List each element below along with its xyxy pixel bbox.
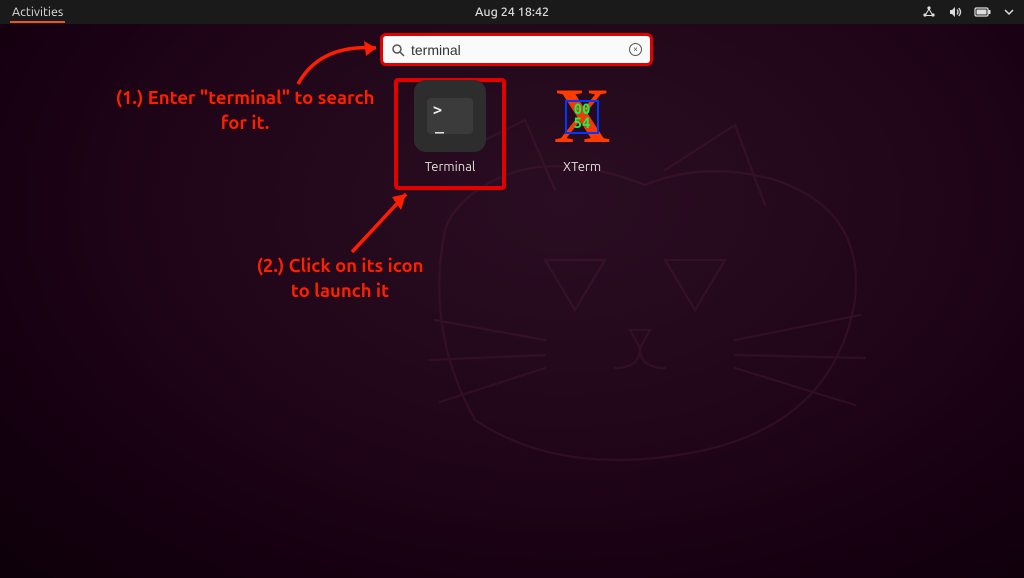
annotation-arrow-2 xyxy=(340,180,430,260)
activities-search[interactable]: × xyxy=(383,36,650,63)
annotation-step1: (1.) Enter "terminal" to search for it. xyxy=(115,86,375,136)
system-status-area[interactable] xyxy=(922,5,1014,19)
app-result-label: Terminal xyxy=(396,160,504,174)
terminal-cursor-glyph: _ xyxy=(435,118,444,133)
app-result-xterm[interactable]: X 00 54 XTerm xyxy=(528,80,636,174)
clear-search-icon[interactable]: × xyxy=(629,43,642,56)
xterm-icon: X 00 54 xyxy=(546,80,618,152)
activities-button[interactable]: Activities xyxy=(10,2,65,23)
search-icon xyxy=(391,43,405,57)
xterm-digits-top: 00 xyxy=(574,103,591,117)
terminal-icon: > _ xyxy=(414,80,486,152)
search-input[interactable] xyxy=(411,42,623,58)
volume-icon xyxy=(948,5,962,19)
activities-search-highlight: × xyxy=(380,33,653,66)
battery-icon xyxy=(974,5,992,19)
app-result-label: XTerm xyxy=(528,160,636,174)
network-icon xyxy=(922,5,936,19)
chevron-down-icon xyxy=(1004,5,1014,19)
xterm-digits-bottom: 54 xyxy=(574,117,591,131)
annotation-step2: (2.) Click on its icon to launch it xyxy=(245,254,435,304)
gnome-topbar: Activities Aug 24 18:42 xyxy=(0,0,1024,24)
app-result-terminal[interactable]: > _ Terminal xyxy=(396,80,504,174)
topbar-datetime[interactable]: Aug 24 18:42 xyxy=(475,5,549,19)
